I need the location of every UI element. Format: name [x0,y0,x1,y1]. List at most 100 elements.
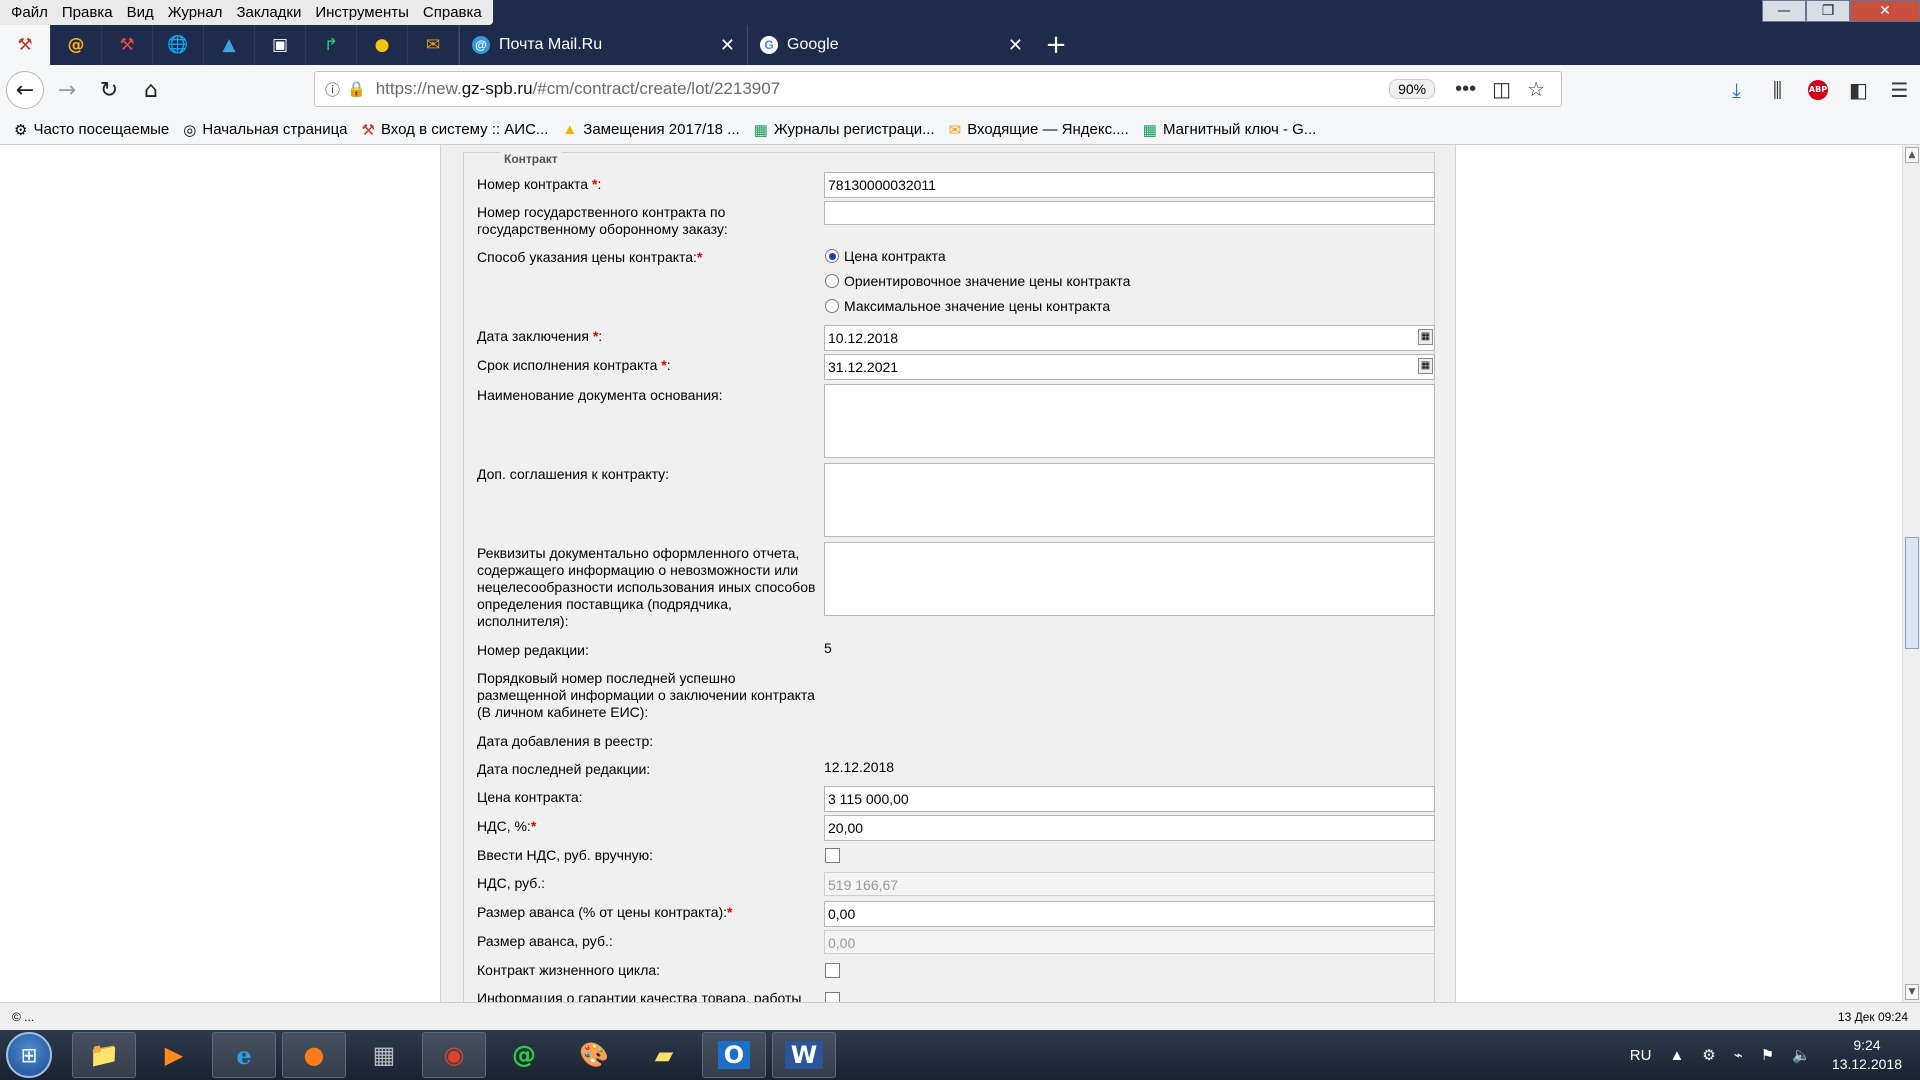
media-player-icon[interactable]: ▶ [142,1032,206,1078]
clock[interactable]: 9:24 13.12.2018 [1832,1036,1902,1074]
bookmark-substitutions[interactable]: ▲ Замещения 2017/18 ... [562,121,739,138]
vat-percent-input[interactable]: 20,00 [824,815,1435,841]
menu-help[interactable]: Справка [416,0,489,25]
bookmark-star-icon[interactable]: ☆ [1527,77,1545,102]
hamburger-menu-icon[interactable]: ☰ [1879,78,1920,102]
vertical-scrollbar[interactable]: ▲ ▼ [1902,145,1920,1002]
radio-selected[interactable] [825,249,839,263]
action-center-icon[interactable]: ⚑ [1761,1046,1774,1064]
menu-edit[interactable]: Правка [55,0,120,25]
scroll-up-icon[interactable]: ▲ [1905,147,1919,163]
minimize-button[interactable]: — [1762,0,1806,22]
maximize-button[interactable]: ❐ [1806,0,1850,22]
outlook-icon[interactable]: O [702,1032,766,1078]
url-text[interactable]: https://new.gz-spb.ru/#cm/contract/creat… [376,79,1389,99]
price-label: Цена контракта: [477,789,583,805]
warranty-checkbox[interactable] [825,992,840,1002]
sidebar-icon[interactable]: ◧ [1838,78,1879,102]
menu-bookmarks[interactable]: Закладки [229,0,308,25]
pinned-tab-hammer-2[interactable]: ⚒ [102,25,153,65]
hammer-icon: ⚒ [361,121,375,139]
radio-maximum-price[interactable]: Максимальное значение цены контракта [825,298,1110,314]
firefox-icon[interactable]: ● [282,1032,346,1078]
pinned-tab-envelope[interactable]: ✉ [408,25,459,65]
radio-unselected[interactable] [825,274,839,288]
price-input[interactable]: 3 115 000,00 [824,786,1435,812]
bookmark-ais-login[interactable]: ⚒ Вход в систему :: АИС... [362,121,549,139]
calendar-icon[interactable]: ▦ [1418,329,1433,345]
menu-view[interactable]: Вид [120,0,161,25]
language-indicator[interactable]: RU [1630,1047,1652,1064]
scroll-down-icon[interactable]: ▼ [1905,984,1919,1000]
volume-icon[interactable]: 🔈 [1792,1046,1811,1064]
pocket-icon[interactable]: ◫ [1492,77,1511,102]
radio-unselected[interactable] [825,299,839,313]
close-window-button[interactable]: ✕ [1850,0,1920,22]
download-icon[interactable]: ⤓ [1716,78,1757,102]
vat-manual-checkbox[interactable] [825,848,840,863]
start-button[interactable]: ⊞ [6,1032,52,1078]
info-icon[interactable]: ⓘ [325,79,347,100]
advance-percent-input[interactable]: 0,00 [824,901,1435,927]
bookmark-label: Магнитный ключ - G... [1162,121,1317,138]
close-tab-icon[interactable]: ✕ [1008,35,1023,56]
adblock-icon[interactable]: ABP [1808,80,1828,100]
page-actions-icon[interactable]: ••• [1455,78,1476,101]
sticky-notes-icon[interactable]: ▰ [632,1032,696,1078]
chrome-icon[interactable]: ◉ [422,1032,486,1078]
pinned-tab-window[interactable]: ▣ [255,25,306,65]
bookmarks-bar: ⚙ Часто посещаемые ◎ Начальная страница ⚒ В… [0,115,1920,145]
tab-mailru[interactable]: @ Почта Mail.Ru ✕ [459,25,747,65]
menu-file[interactable]: Файл [4,0,55,25]
word-icon[interactable]: W [772,1032,836,1078]
advance-percent-label: Размер аванса (% от цены контракта):* [477,904,822,921]
menu-tools[interactable]: Инструменты [308,0,416,25]
network-icon[interactable]: ⌁ [1734,1046,1743,1064]
home-button[interactable]: ⌂ [132,71,170,109]
gov-defense-input[interactable] [824,201,1435,225]
new-tab-button[interactable]: + [1035,25,1077,65]
lifecycle-checkbox[interactable] [825,963,840,978]
report-textarea[interactable] [824,542,1435,616]
forward-button[interactable]: → [48,71,86,109]
required-marker: * [592,328,599,344]
pinned-tab-mailru[interactable]: @ [51,25,102,65]
explorer-icon[interactable]: 📁 [72,1032,136,1078]
paint-icon[interactable]: 🎨 [562,1032,626,1078]
pinned-tab-arrow[interactable]: ↱ [306,25,357,65]
page-content: Контракт Номер контракта *: 781300000320… [0,145,1902,1002]
tray-expand-icon[interactable]: ▲ [1669,1047,1684,1064]
radio-contract-price[interactable]: Цена контракта [825,248,946,264]
close-tab-icon[interactable]: ✕ [720,35,735,56]
bookmark-magnetic-key[interactable]: ▦ Магнитный ключ - G... [1143,121,1317,139]
tray-app-icon[interactable]: ⚙ [1702,1046,1715,1064]
execution-term-input[interactable]: 31.12.2021 ▦ [824,354,1435,380]
bookmark-journals[interactable]: ▦ Журналы регистраци... [754,121,935,139]
contract-number-input[interactable]: 78130000032011 [824,172,1435,198]
calculator-icon[interactable]: ▦ [352,1032,416,1078]
conclusion-date-input[interactable]: 10.12.2018 ▦ [824,325,1435,351]
reload-button[interactable]: ↻ [90,71,128,109]
scrollbar-thumb[interactable] [1905,537,1919,649]
zoom-indicator[interactable]: 90% [1389,79,1436,99]
address-bar[interactable]: ⓘ 🔒 https://new.gz-spb.ru/#cm/contract/c… [314,71,1562,107]
addendum-textarea[interactable] [824,463,1435,537]
menu-history[interactable]: Журнал [161,0,230,25]
radio-approximate-price[interactable]: Ориентировочное значение цены контракта [825,273,1130,289]
bookmark-most-visited[interactable]: ⚙ Часто посещаемые [14,121,169,139]
basis-doc-textarea[interactable] [824,384,1435,458]
label-text: НДС, %: [477,818,531,834]
back-button[interactable]: ← [6,71,44,109]
pinned-tab-coin[interactable]: ● [357,25,408,65]
tab-google[interactable]: G Google ✕ [747,25,1035,65]
library-icon[interactable]: ⫼ [1757,78,1798,102]
pinned-tab-chart[interactable]: ▲ [204,25,255,65]
chart-icon: ▲ [222,35,236,55]
pinned-tab-hammer[interactable]: ⚒ [0,25,51,65]
bookmark-home-page[interactable]: ◎ Начальная страница [183,121,347,139]
mailru-agent-icon[interactable]: @ [492,1032,556,1078]
pinned-tab-globe[interactable]: 🌐 [153,25,204,65]
calendar-icon[interactable]: ▦ [1418,358,1433,374]
ie-icon[interactable]: e [212,1032,276,1078]
bookmark-yandex-inbox[interactable]: ✉ Входящие — Яндекс.... [949,121,1129,139]
